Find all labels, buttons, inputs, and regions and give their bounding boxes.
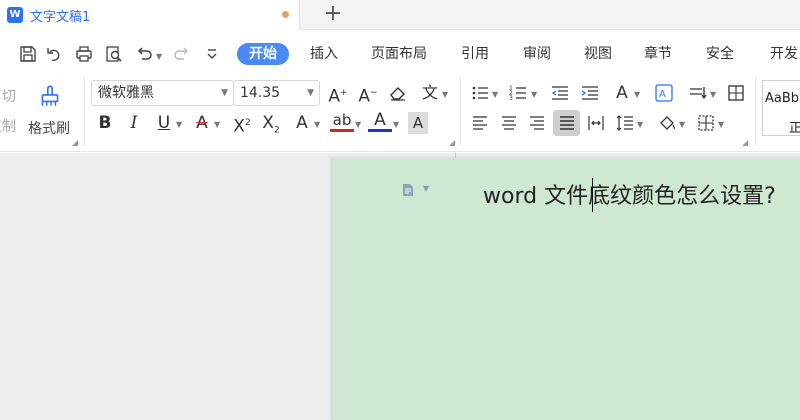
chevron-down-icon[interactable]: ▼ <box>710 90 716 99</box>
increase-indent-icon[interactable] <box>578 82 602 104</box>
chevron-down-icon[interactable]: ▼ <box>393 120 399 129</box>
document-body-text[interactable]: word 文件底纹颜色怎么设置? <box>483 178 776 210</box>
menu-item-chapter[interactable]: 章节 <box>644 43 672 65</box>
chevron-down-icon[interactable]: ▼ <box>718 120 724 129</box>
align-left-icon[interactable] <box>468 112 492 134</box>
format-painter-button[interactable]: 格式刷 <box>28 118 70 138</box>
chevron-down-icon[interactable]: ▼ <box>314 120 320 129</box>
paragraph-launcher-icon[interactable]: ◢ <box>742 138 748 147</box>
pinyin-guide-icon[interactable]: 文 <box>418 82 442 104</box>
increase-font-icon[interactable]: A+ <box>326 82 350 107</box>
undo-icon[interactable] <box>134 44 154 64</box>
show-marks-icon[interactable] <box>686 82 710 104</box>
strikethrough-icon[interactable]: A <box>190 112 214 134</box>
paragraph-icon[interactable] <box>401 182 415 196</box>
print-icon[interactable] <box>74 44 94 64</box>
line-spacing-icon[interactable] <box>613 112 637 134</box>
font-size-value: 14.35 <box>240 85 281 101</box>
svg-text:A: A <box>659 89 666 100</box>
document-workspace: ▼ word 文件底纹颜色怎么设置? <box>0 153 800 420</box>
separator <box>460 76 461 146</box>
menu-item-home[interactable]: 开始 <box>237 43 289 65</box>
chevron-down-icon[interactable]: ▼ <box>307 81 314 105</box>
print-preview-icon[interactable] <box>104 44 124 64</box>
redo-icon[interactable] <box>172 44 192 64</box>
tab-bar: W 文字文稿1 + <box>0 0 800 30</box>
character-shading-icon[interactable]: A <box>408 112 428 134</box>
separator <box>755 76 756 146</box>
superscript-icon[interactable]: X2 <box>230 112 254 137</box>
menu-item-security[interactable]: 安全 <box>706 43 734 65</box>
save-icon[interactable] <box>18 44 38 64</box>
distribute-icon[interactable] <box>584 112 608 134</box>
clipboard-launcher-icon[interactable]: ◢ <box>72 138 78 147</box>
copy-button[interactable]: 复制 <box>0 116 16 136</box>
menu-item-review[interactable]: 审阅 <box>523 43 551 65</box>
numbering-icon[interactable]: 123 <box>506 82 530 104</box>
menu-item-view[interactable]: 视图 <box>584 43 612 65</box>
chevron-down-icon[interactable]: ▼ <box>492 90 498 99</box>
wps-writer-icon: W <box>7 7 23 23</box>
decrease-indent-icon[interactable] <box>548 82 572 104</box>
bullets-icon[interactable] <box>468 82 492 104</box>
style-gallery-item[interactable]: AaBb 正 <box>762 80 800 136</box>
chevron-down-icon[interactable]: ▼ <box>355 120 361 129</box>
ribbon-home: 剪切 复制 格式刷 ◢ 微软雅黑 ▼ 14.35 ▼ A+ A− 文 ▼ B I… <box>0 72 800 152</box>
svg-text:3: 3 <box>509 95 513 102</box>
highlight-icon[interactable]: ab <box>330 110 354 132</box>
menu-item-page-layout[interactable]: 页面布局 <box>371 43 427 65</box>
format-painter-icon[interactable] <box>36 82 64 110</box>
align-right-icon[interactable] <box>525 112 549 134</box>
italic-icon[interactable]: I <box>122 112 146 134</box>
undo-dropdown-icon[interactable]: ▼ <box>156 52 162 61</box>
menu-item-insert[interactable]: 插入 <box>310 43 338 65</box>
bold-icon[interactable]: B <box>93 112 117 134</box>
menu-item-references[interactable]: 引用 <box>461 43 489 65</box>
new-tab-button[interactable]: + <box>320 2 346 28</box>
decrease-font-icon[interactable]: A− <box>356 82 380 107</box>
customize-toolbar-icon[interactable] <box>202 44 222 64</box>
font-launcher-icon[interactable]: ◢ <box>449 138 455 147</box>
chinese-layout-icon[interactable]: A <box>652 82 676 104</box>
text-direction-icon[interactable]: A <box>610 82 634 104</box>
text-cursor <box>592 178 593 212</box>
font-family-value: 微软雅黑 <box>98 85 154 101</box>
font-size-select[interactable]: 14.35 ▼ <box>233 80 320 106</box>
document-page[interactable]: ▼ word 文件底纹颜色怎么设置? <box>333 158 800 420</box>
chevron-down-icon[interactable]: ▼ <box>637 120 643 129</box>
align-center-icon[interactable] <box>497 112 521 134</box>
chevron-down-icon[interactable]: ▼ <box>214 120 220 129</box>
cut-button[interactable]: 剪切 <box>0 86 16 106</box>
style-name: 正 <box>789 121 800 136</box>
font-family-select[interactable]: 微软雅黑 ▼ <box>91 80 234 106</box>
undo-history-icon[interactable] <box>45 44 65 64</box>
chevron-down-icon[interactable]: ▼ <box>423 184 429 193</box>
chevron-down-icon[interactable]: ▼ <box>634 90 640 99</box>
menu-item-developer[interactable]: 开发 <box>770 43 798 65</box>
document-tab-title: 文字文稿1 <box>30 10 91 25</box>
chevron-down-icon[interactable]: ▼ <box>221 81 228 105</box>
font-color-icon[interactable]: A <box>368 110 392 132</box>
chevron-down-icon[interactable]: ▼ <box>442 90 448 99</box>
subscript-icon[interactable]: X2 <box>259 112 283 135</box>
unsaved-indicator-icon <box>282 11 289 18</box>
document-tab[interactable]: W 文字文稿1 <box>0 0 300 30</box>
text-effect-icon[interactable]: A <box>290 112 314 134</box>
underline-icon[interactable]: U <box>152 112 176 134</box>
border-icon[interactable] <box>694 112 718 134</box>
chevron-down-icon[interactable]: ▼ <box>531 90 537 99</box>
clear-format-icon[interactable] <box>386 82 410 104</box>
separator <box>84 76 85 146</box>
shading-icon[interactable] <box>655 112 679 134</box>
style-sample-text: AaBb <box>765 91 800 106</box>
menu-bar: ▼ 开始 插入 页面布局 引用 审阅 视图 章节 安全 开发 <box>0 38 800 70</box>
borders-table-icon[interactable] <box>724 82 748 104</box>
justify-icon[interactable] <box>553 110 580 136</box>
chevron-down-icon[interactable]: ▼ <box>679 120 685 129</box>
chevron-down-icon[interactable]: ▼ <box>176 120 182 129</box>
